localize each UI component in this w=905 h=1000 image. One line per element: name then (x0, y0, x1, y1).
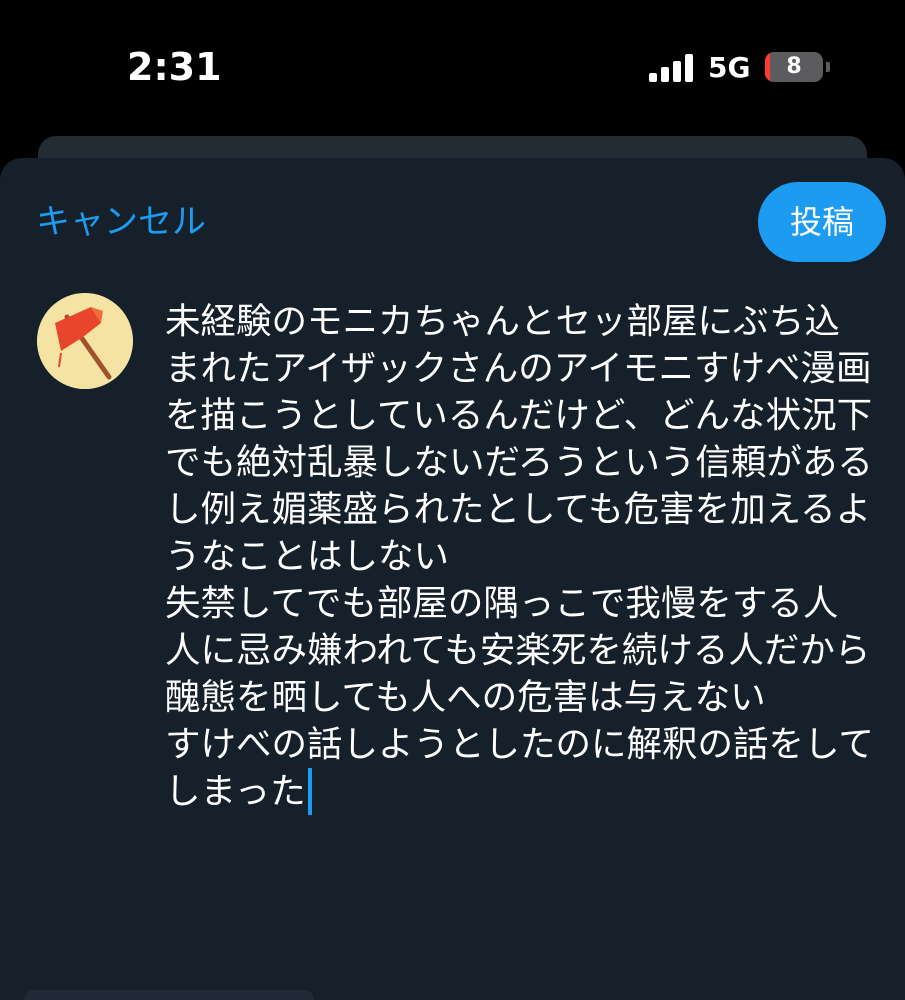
red-flag-avatar-icon[interactable] (37, 293, 133, 389)
battery-level: 8 (786, 54, 802, 79)
screen: 2:31 5G 8 キャンセル 投稿 未経験のモニカちゃんとセッ部屋にぶち込まれ… (0, 0, 905, 1000)
cellular-signal-icon (649, 54, 695, 82)
compose-text-area[interactable]: 未経験のモニカちゃんとセッ部屋にぶち込まれたアイザックさんのアイモニすけべ漫画を… (165, 298, 875, 815)
avatar-image (37, 293, 133, 389)
status-time: 2:31 (127, 45, 222, 89)
bottom-toolbar-edge (24, 990, 314, 1000)
battery-tip (826, 62, 830, 72)
compose-text: 未経験のモニカちゃんとセッ部屋にぶち込まれたアイザックさんのアイモニすけべ漫画を… (165, 301, 874, 812)
cancel-button[interactable]: キャンセル (36, 200, 206, 244)
text-cursor (307, 768, 312, 815)
post-button[interactable]: 投稿 (758, 182, 886, 262)
battery-icon: 8 (765, 52, 823, 82)
network-type: 5G (708, 51, 751, 84)
